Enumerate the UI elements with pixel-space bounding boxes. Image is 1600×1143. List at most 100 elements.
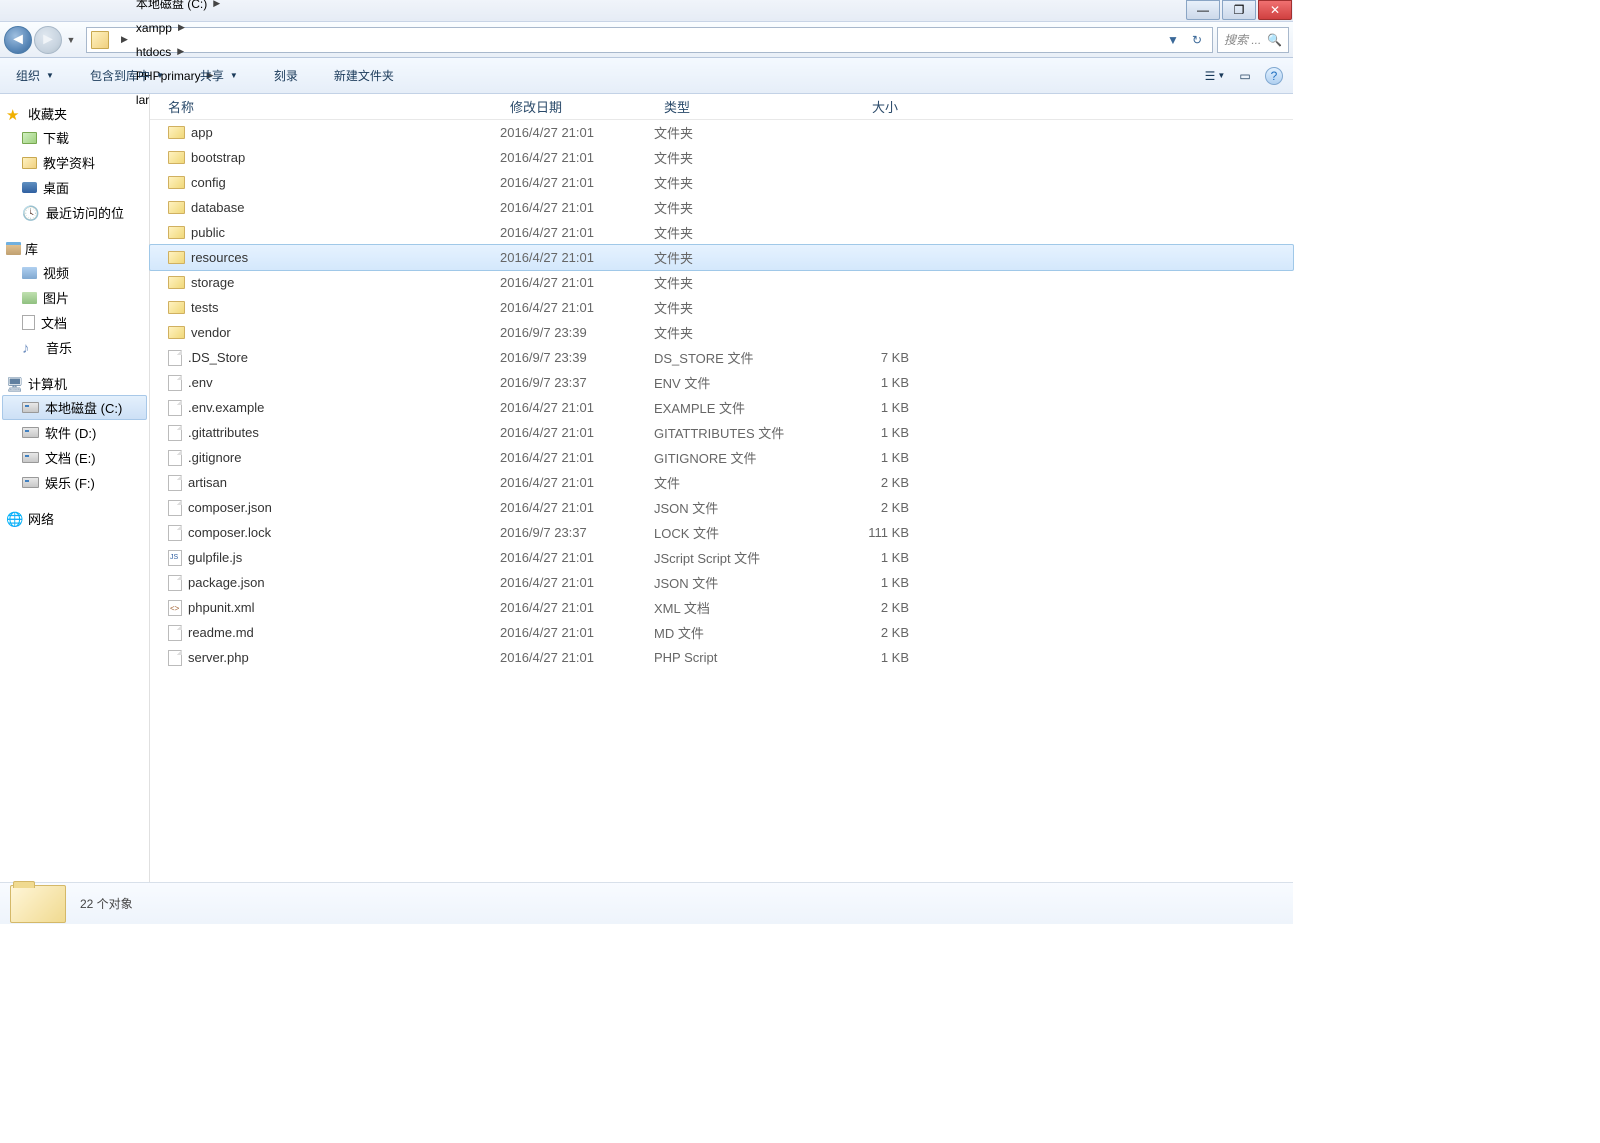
sidebar-item[interactable]: 教学资料	[2, 150, 147, 175]
sidebar-item[interactable]: 🕓最近访问的位	[2, 200, 147, 225]
network-header[interactable]: 🌐网络	[2, 507, 147, 530]
address-bar[interactable]: ▶ 计算机▶本地磁盘 (C:)▶xampp▶htdocs▶PHPprimary▶…	[86, 27, 1213, 53]
sidebar-item[interactable]: 文档	[2, 310, 147, 335]
file-row[interactable]: app2016/4/27 21:01文件夹	[150, 120, 1293, 145]
column-header-name[interactable]: 名称	[150, 94, 500, 119]
file-row[interactable]: .DS_Store2016/9/7 23:39DS_STORE 文件7 KB	[150, 345, 1293, 370]
file-name: .gitignore	[188, 450, 241, 465]
file-row[interactable]: server.php2016/4/27 21:01PHP Script1 KB	[150, 645, 1293, 670]
file-type: 文件夹	[654, 173, 817, 192]
file-row[interactable]: config2016/4/27 21:01文件夹	[150, 170, 1293, 195]
sidebar: ★收藏夹 下载教学资料桌面🕓最近访问的位 库 视频图片文档♪音乐 🖥计算机 本地…	[0, 94, 150, 882]
file-name: vendor	[191, 325, 231, 340]
sidebar-item[interactable]: 桌面	[2, 175, 147, 200]
back-button[interactable]: ◄	[4, 26, 32, 54]
drive-icon	[22, 477, 39, 488]
share-button[interactable]: 共享▼	[194, 63, 244, 88]
file-name: storage	[191, 275, 234, 290]
preview-pane-button[interactable]: ▭	[1235, 66, 1255, 86]
breadcrumb-item[interactable]: 本地磁盘 (C:)▶	[132, 0, 224, 16]
column-header-type[interactable]: 类型	[654, 94, 817, 119]
file-row[interactable]: .env2016/9/7 23:37ENV 文件1 KB	[150, 370, 1293, 395]
search-input[interactable]: 搜索 ... 🔍	[1217, 27, 1289, 53]
file-icon	[168, 450, 182, 466]
file-date: 2016/4/27 21:01	[500, 575, 654, 590]
file-type: 文件夹	[654, 123, 817, 142]
file-row[interactable]: bootstrap2016/4/27 21:01文件夹	[150, 145, 1293, 170]
column-header-size[interactable]: 大小	[817, 94, 909, 119]
crumb-root[interactable]: ▶	[113, 28, 132, 52]
sidebar-item-drive[interactable]: 软件 (D:)	[2, 420, 147, 445]
file-type: 文件夹	[654, 298, 817, 317]
new-folder-button[interactable]: 新建文件夹	[328, 63, 400, 88]
file-row[interactable]: resources2016/4/27 21:01文件夹	[149, 244, 1294, 271]
sidebar-item[interactable]: 图片	[2, 285, 147, 310]
sidebar-item[interactable]: ♪音乐	[2, 335, 147, 360]
organize-button[interactable]: 组织▼	[10, 63, 60, 88]
chevron-down-icon: ▼	[46, 71, 54, 80]
file-row[interactable]: vendor2016/9/7 23:39文件夹	[150, 320, 1293, 345]
file-row[interactable]: storage2016/4/27 21:01文件夹	[150, 270, 1293, 295]
file-row[interactable]: phpunit.xml2016/4/27 21:01XML 文档2 KB	[150, 595, 1293, 620]
file-icon	[168, 575, 182, 591]
sidebar-item[interactable]: 下载	[2, 125, 147, 150]
file-type: 文件夹	[654, 223, 817, 242]
close-button[interactable]: ✕	[1258, 0, 1292, 20]
file-size: 1 KB	[817, 425, 909, 440]
breadcrumb-item[interactable]: htdocs▶	[132, 40, 224, 64]
minimize-button[interactable]: —	[1186, 0, 1220, 20]
history-dropdown-button[interactable]: ▼	[1162, 29, 1184, 51]
sidebar-item[interactable]: 视频	[2, 260, 147, 285]
file-name: composer.json	[188, 500, 272, 515]
sidebar-item-drive[interactable]: 文档 (E:)	[2, 445, 147, 470]
file-row[interactable]: package.json2016/4/27 21:01JSON 文件1 KB	[150, 570, 1293, 595]
sidebar-item-drive[interactable]: 娱乐 (F:)	[2, 470, 147, 495]
file-row[interactable]: composer.lock2016/9/7 23:37LOCK 文件111 KB	[150, 520, 1293, 545]
file-row[interactable]: .gitattributes2016/4/27 21:01GITATTRIBUT…	[150, 420, 1293, 445]
file-name: tests	[191, 300, 218, 315]
folder-icon	[168, 301, 185, 314]
refresh-button[interactable]: ↻	[1186, 29, 1208, 51]
file-row[interactable]: tests2016/4/27 21:01文件夹	[150, 295, 1293, 320]
file-type: MD 文件	[654, 623, 817, 642]
file-row[interactable]: composer.json2016/4/27 21:01JSON 文件2 KB	[150, 495, 1293, 520]
chevron-right-icon: ▶	[213, 0, 220, 9]
computer-header[interactable]: 🖥计算机	[2, 372, 147, 395]
sidebar-item-drive[interactable]: 本地磁盘 (C:)	[2, 395, 147, 420]
file-row[interactable]: gulpfile.js2016/4/27 21:01JScript Script…	[150, 545, 1293, 570]
chevron-right-icon: ▶	[121, 34, 128, 45]
view-mode-button[interactable]: ☰▼	[1205, 66, 1225, 86]
file-name: database	[191, 200, 245, 215]
file-row[interactable]: readme.md2016/4/27 21:01MD 文件2 KB	[150, 620, 1293, 645]
folder-icon	[91, 31, 109, 49]
include-in-library-button[interactable]: 包含到库中▼	[84, 63, 170, 88]
file-date: 2016/4/27 21:01	[500, 650, 654, 665]
drive-icon	[22, 402, 39, 413]
favorites-header[interactable]: ★收藏夹	[2, 102, 147, 125]
libraries-header[interactable]: 库	[2, 237, 147, 260]
file-row[interactable]: .env.example2016/4/27 21:01EXAMPLE 文件1 K…	[150, 395, 1293, 420]
file-name: app	[191, 125, 213, 140]
help-button[interactable]: ?	[1265, 67, 1283, 85]
column-header-date[interactable]: 修改日期	[500, 94, 654, 119]
file-row[interactable]: database2016/4/27 21:01文件夹	[150, 195, 1293, 220]
status-text: 22 个对象	[80, 895, 133, 912]
folder-icon	[168, 176, 185, 189]
file-row[interactable]: .gitignore2016/4/27 21:01GITIGNORE 文件1 K…	[150, 445, 1293, 470]
maximize-button[interactable]: ❐	[1222, 0, 1256, 20]
chevron-down-icon: ▼	[67, 35, 76, 45]
file-name: bootstrap	[191, 150, 245, 165]
breadcrumb-item[interactable]: xampp▶	[132, 16, 224, 40]
file-type: JSON 文件	[654, 573, 817, 592]
file-row[interactable]: public2016/4/27 21:01文件夹	[150, 220, 1293, 245]
forward-button[interactable]: ►	[34, 26, 62, 54]
file-type: DS_STORE 文件	[654, 348, 817, 367]
burn-button[interactable]: 刻录	[268, 63, 304, 88]
file-row[interactable]: artisan2016/4/27 21:01文件2 KB	[150, 470, 1293, 495]
file-date: 2016/4/27 21:01	[500, 175, 654, 190]
nav-history-dropdown[interactable]: ▼	[64, 30, 78, 50]
file-type: 文件	[654, 473, 817, 492]
file-date: 2016/4/27 21:01	[500, 550, 654, 565]
file-size: 2 KB	[817, 500, 909, 515]
file-type: 文件夹	[654, 273, 817, 292]
